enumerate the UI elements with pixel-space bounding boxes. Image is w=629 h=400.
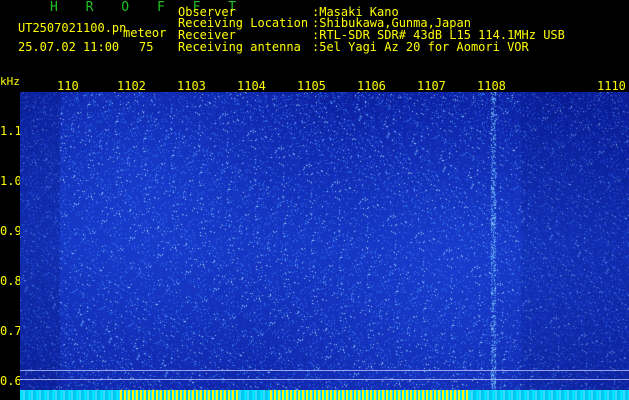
y-tick: 0.7	[0, 324, 22, 338]
file-name: UT2507021100.pn	[18, 21, 127, 35]
noise-floor-peak	[120, 390, 240, 400]
gridline	[20, 370, 629, 371]
y-tick: 0.8	[0, 274, 22, 288]
x-tick: 1108	[477, 79, 506, 93]
event-count: 75	[139, 40, 154, 54]
x-tick: 1110	[597, 79, 626, 93]
axis-unit: kHz	[0, 75, 20, 88]
date-time: 25.07.02 11:00	[18, 40, 120, 54]
y-tick: 1.0	[0, 174, 22, 188]
x-tick: 1106	[357, 79, 386, 93]
x-tick: 1107	[417, 79, 446, 93]
gridline	[20, 379, 629, 380]
x-tick: 1102	[117, 79, 146, 93]
x-tick: 110	[57, 79, 79, 93]
noise-floor-peak	[270, 390, 470, 400]
x-tick: 1105	[297, 79, 326, 93]
y-tick: 0.9	[0, 224, 22, 238]
y-tick: 0.6	[0, 374, 22, 388]
x-tick: 1103	[177, 79, 206, 93]
x-tick: 1104	[237, 79, 266, 93]
time-axis	[0, 92, 20, 400]
event-type: meteor	[123, 26, 167, 40]
info-label-antenna: Receiving antenna	[178, 40, 301, 54]
info-value-antenna: :5el Yagi Az 20 for Aomori VOR	[312, 40, 529, 54]
spectrogram-noise	[20, 92, 629, 400]
y-tick: 1.1	[0, 124, 22, 138]
